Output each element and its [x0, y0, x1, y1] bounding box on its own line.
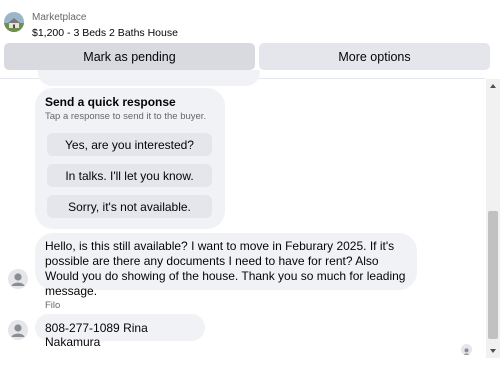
message-text: Hello, is this still available? I want t… — [45, 239, 406, 298]
scroll-down-arrow-icon[interactable] — [486, 344, 500, 358]
message-text: 808-277-1089 Rina Nakamura — [45, 321, 148, 349]
conversation-header: Marketplace $1,200 - 3 Beds 2 Baths Hous… — [0, 0, 500, 78]
marketplace-label: Marketplace — [32, 12, 87, 23]
mark-as-pending-button[interactable]: Mark as pending — [4, 43, 255, 70]
quick-response-not-available-button[interactable]: Sorry, it's not available. — [47, 195, 212, 218]
previous-message-bubble — [38, 70, 260, 86]
quick-response-subtitle: Tap a response to send it to the buyer. — [45, 111, 207, 122]
message-bubble: 808-277-1089 Rina Nakamura — [35, 314, 205, 349]
scrollbar-thumb[interactable] — [488, 211, 498, 339]
sender-name: Filo — [45, 300, 61, 311]
scroll-up-arrow-icon[interactable] — [486, 79, 500, 93]
quick-response-card: Send a quick response Tap a response to … — [35, 88, 225, 229]
more-options-button[interactable]: More options — [259, 43, 490, 70]
vertical-scrollbar[interactable] — [486, 79, 500, 358]
listing-title[interactable]: $1,200 - 3 Beds 2 Baths House — [32, 27, 178, 39]
quick-response-in-talks-button[interactable]: In talks. I'll let you know. — [47, 164, 212, 187]
quick-response-title: Send a quick response — [45, 95, 176, 109]
buyer-avatar-icon[interactable] — [8, 269, 28, 289]
message-bubble: Hello, is this still available? I want t… — [35, 233, 417, 298]
quick-response-yes-button[interactable]: Yes, are you interested? — [47, 133, 212, 156]
listing-thumbnail-icon[interactable] — [4, 12, 24, 32]
seen-avatar-icon — [461, 344, 472, 355]
sender-avatar-icon[interactable] — [8, 320, 28, 340]
